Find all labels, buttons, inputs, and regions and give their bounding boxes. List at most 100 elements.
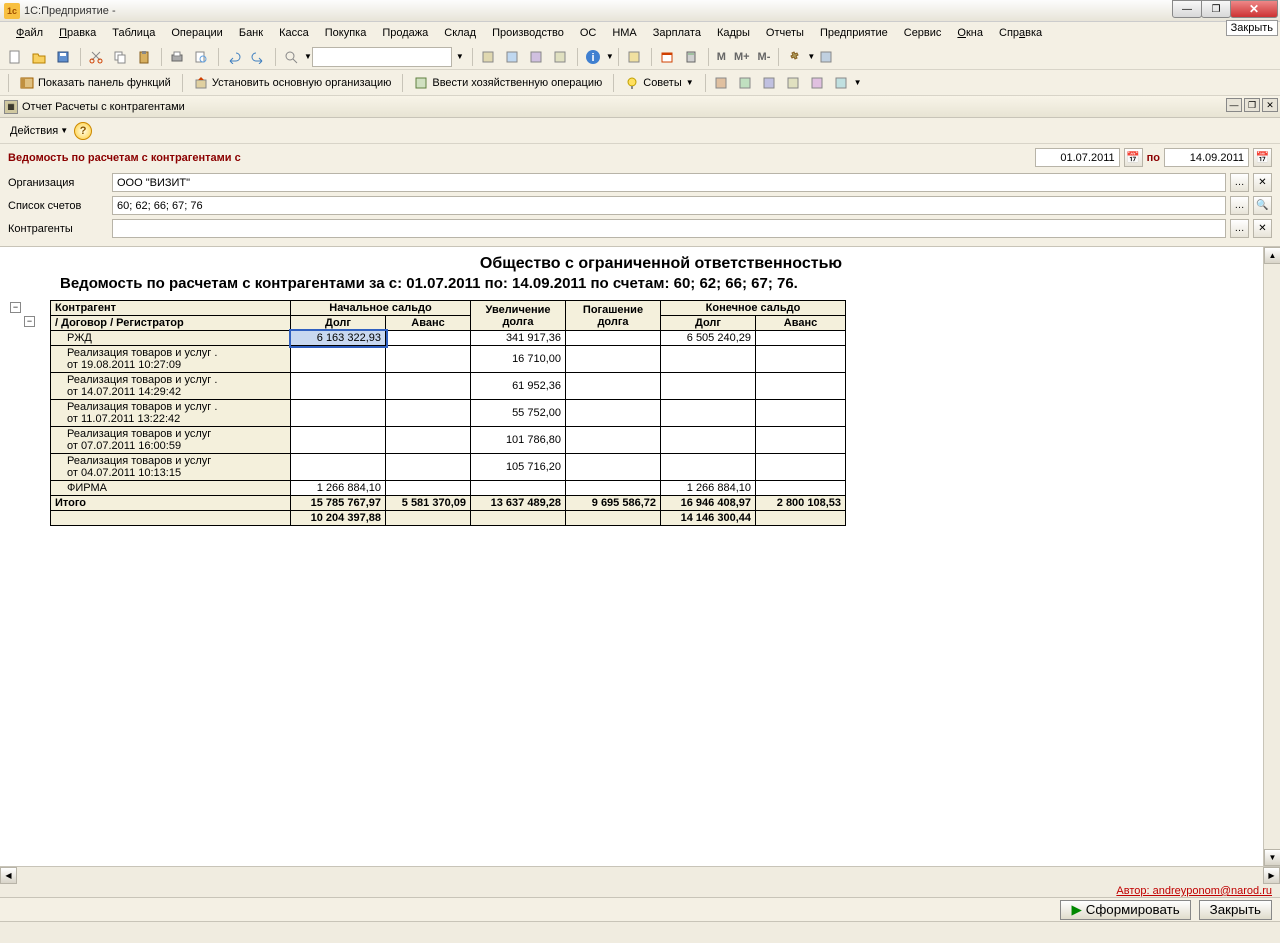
- table-row[interactable]: Реализация товаров и услуг . от 19.08.20…: [51, 346, 846, 373]
- menu-help[interactable]: Справка: [991, 24, 1050, 42]
- close-report-button[interactable]: Закрыть: [1199, 900, 1272, 920]
- func-btn-6[interactable]: [830, 72, 852, 94]
- actions-dropdown[interactable]: Действия ▼: [4, 123, 74, 139]
- menu-bank[interactable]: Банк: [231, 24, 271, 42]
- hdr-start: Начальное сальдо: [291, 301, 471, 316]
- author-link[interactable]: Автор: andreyponom@narod.ru: [1116, 885, 1272, 897]
- table-row[interactable]: Реализация товаров и услуг . от 11.07.20…: [51, 400, 846, 427]
- menu-warehouse[interactable]: Склад: [436, 24, 484, 42]
- minimize-button[interactable]: —: [1172, 0, 1202, 18]
- menu-fixed-assets[interactable]: ОС: [572, 24, 605, 42]
- copy-icon[interactable]: [109, 46, 131, 68]
- table-row[interactable]: РЖД6 163 322,93341 917,366 505 240,29: [51, 331, 846, 346]
- menu-hr[interactable]: Кадры: [709, 24, 758, 42]
- menu-table[interactable]: Таблица: [104, 24, 163, 42]
- org-select-button[interactable]: …: [1230, 173, 1249, 192]
- menu-salary[interactable]: Зарплата: [645, 24, 709, 42]
- run-label: Сформировать: [1086, 902, 1180, 917]
- func-btn-2[interactable]: [734, 72, 756, 94]
- undo-icon[interactable]: [223, 46, 245, 68]
- table-row[interactable]: ФИРМА1 266 884,101 266 884,10: [51, 481, 846, 496]
- scroll-up-icon[interactable]: ▲: [1264, 247, 1280, 264]
- vertical-scrollbar[interactable]: ▲ ▼: [1263, 247, 1280, 866]
- horizontal-scrollbar[interactable]: ◀ ▶: [0, 866, 1280, 883]
- date-to-input[interactable]: [1164, 148, 1249, 167]
- func-btn-1[interactable]: [710, 72, 732, 94]
- func-btn-5[interactable]: [806, 72, 828, 94]
- tree-collapse-node[interactable]: −: [24, 316, 35, 327]
- calculator-icon[interactable]: [680, 46, 702, 68]
- scroll-down-icon[interactable]: ▼: [1264, 849, 1280, 866]
- save-icon[interactable]: [52, 46, 74, 68]
- settings-icon[interactable]: [783, 46, 805, 68]
- func-btn-3[interactable]: [758, 72, 780, 94]
- scroll-right-icon[interactable]: ▶: [1263, 867, 1280, 884]
- sub-close-button[interactable]: ✕: [1262, 98, 1278, 112]
- menu-production[interactable]: Производство: [484, 24, 572, 42]
- org-clear-button[interactable]: ✕: [1253, 173, 1272, 192]
- enter-op-label: Ввести хозяйственную операцию: [432, 77, 602, 89]
- contractors-select-button[interactable]: …: [1230, 219, 1249, 238]
- toolbar-btn-2[interactable]: [501, 46, 523, 68]
- menu-file[interactable]: Файл: [8, 24, 51, 42]
- set-org-label: Установить основную организацию: [212, 77, 392, 89]
- enter-op-button[interactable]: Ввести хозяйственную операцию: [407, 72, 609, 94]
- redo-icon[interactable]: [247, 46, 269, 68]
- table-row[interactable]: Реализация товаров и услуг от 04.07.2011…: [51, 454, 846, 481]
- preview-icon[interactable]: [190, 46, 212, 68]
- date-to-picker-icon[interactable]: 📅: [1253, 148, 1272, 167]
- cut-icon[interactable]: [85, 46, 107, 68]
- menu-sale[interactable]: Продажа: [374, 24, 436, 42]
- date-from-picker-icon[interactable]: 📅: [1124, 148, 1143, 167]
- maximize-button[interactable]: ❐: [1201, 0, 1231, 18]
- toolbar-btn-5[interactable]: [623, 46, 645, 68]
- menu-intangible[interactable]: НМА: [604, 24, 644, 42]
- menu-service[interactable]: Сервис: [896, 24, 950, 42]
- paste-icon[interactable]: [133, 46, 155, 68]
- sub-minimize-button[interactable]: —: [1226, 98, 1242, 112]
- menu-windows[interactable]: Окна: [949, 24, 991, 42]
- menu-purchase[interactable]: Покупка: [317, 24, 375, 42]
- toolbar-btn-4[interactable]: [549, 46, 571, 68]
- sub-restore-button[interactable]: ❐: [1244, 98, 1260, 112]
- memory-mplus[interactable]: M+: [730, 51, 754, 63]
- print-icon[interactable]: [166, 46, 188, 68]
- scroll-left-icon[interactable]: ◀: [0, 867, 17, 884]
- toolbar-btn-6[interactable]: [815, 46, 837, 68]
- search-input[interactable]: [312, 47, 452, 67]
- report-params-title: Ведомость по расчетам с контрагентами с: [8, 152, 1035, 164]
- date-from-input[interactable]: [1035, 148, 1120, 167]
- table-row[interactable]: Реализация товаров и услуг от 07.07.2011…: [51, 427, 846, 454]
- menu-edit[interactable]: Правка: [51, 24, 104, 42]
- memory-mminus[interactable]: M-: [754, 51, 775, 63]
- toolbar-btn-3[interactable]: [525, 46, 547, 68]
- func-btn-4[interactable]: [782, 72, 804, 94]
- accounts-search-button[interactable]: 🔍: [1253, 196, 1272, 215]
- help-icon[interactable]: ?: [74, 122, 92, 140]
- close-button[interactable]: ✕: [1230, 0, 1278, 18]
- zoom-icon[interactable]: [280, 46, 302, 68]
- accounts-select-button[interactable]: …: [1230, 196, 1249, 215]
- open-icon[interactable]: [28, 46, 50, 68]
- menu-reports[interactable]: Отчеты: [758, 24, 812, 42]
- menu-cash[interactable]: Касса: [271, 24, 317, 42]
- main-menubar: Файл Правка Таблица Операции Банк Касса …: [0, 22, 1280, 44]
- info-icon[interactable]: i: [582, 46, 604, 68]
- menu-enterprise[interactable]: Предприятие: [812, 24, 896, 42]
- show-panel-button[interactable]: Показать панель функций: [13, 72, 178, 94]
- advice-button[interactable]: Советы ▼: [618, 72, 700, 94]
- accounts-input[interactable]: [112, 196, 1226, 215]
- calendar-icon[interactable]: [656, 46, 678, 68]
- org-input[interactable]: [112, 173, 1226, 192]
- tree-collapse-all[interactable]: −: [10, 302, 21, 313]
- menu-operations[interactable]: Операции: [163, 24, 230, 42]
- new-icon[interactable]: [4, 46, 26, 68]
- memory-m[interactable]: M: [713, 51, 730, 63]
- subwindow-titlebar: ▦ Отчет Расчеты с контрагентами — ❐ ✕: [0, 96, 1280, 118]
- run-button[interactable]: ▶ Сформировать: [1060, 900, 1190, 920]
- contractors-clear-button[interactable]: ✕: [1253, 219, 1272, 238]
- set-org-button[interactable]: Установить основную организацию: [187, 72, 399, 94]
- toolbar-btn-1[interactable]: [477, 46, 499, 68]
- contractors-input[interactable]: [112, 219, 1226, 238]
- table-row[interactable]: Реализация товаров и услуг . от 14.07.20…: [51, 373, 846, 400]
